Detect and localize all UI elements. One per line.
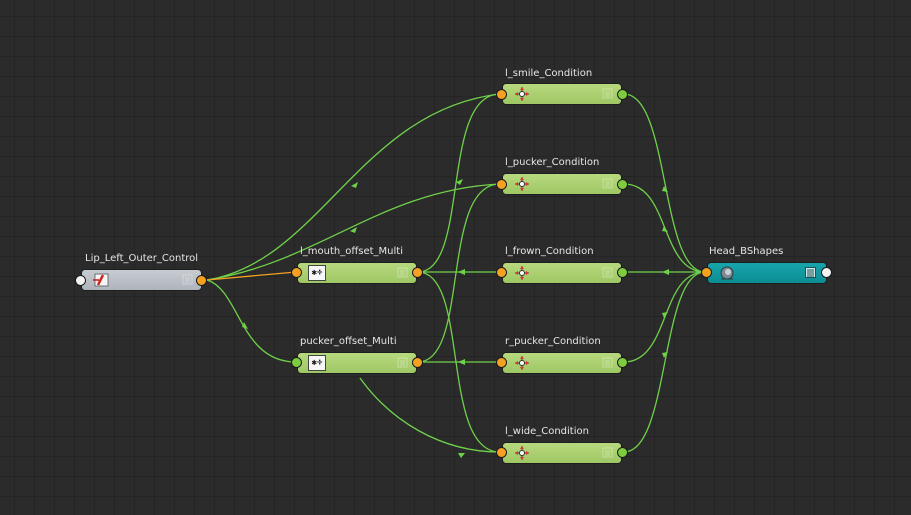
rpucker-condition-label: r_pucker_Condition xyxy=(505,336,601,347)
attribute-list-icon xyxy=(805,267,816,278)
pucker-multi-node[interactable]: ✱÷ xyxy=(297,352,417,374)
node-editor-canvas[interactable]: Lip_Left_Outer_Control l_mouth_offset_Mu… xyxy=(0,0,911,515)
head-bshapes-input-port[interactable] xyxy=(701,267,712,278)
condition-arrows-icon xyxy=(515,177,529,191)
node-menu-icon xyxy=(602,267,613,278)
condition-arrows-icon xyxy=(515,446,529,460)
wire-smile-to-head xyxy=(623,93,706,273)
pucker-multi-output-port[interactable] xyxy=(412,357,423,368)
smile-condition-input-port[interactable] xyxy=(496,89,507,100)
condition-arrows-icon xyxy=(515,87,529,101)
frown-condition-node[interactable] xyxy=(502,262,622,284)
blendshape-icon xyxy=(720,266,734,280)
pucker-multi-input-port[interactable] xyxy=(291,357,302,368)
node-menu-icon xyxy=(602,178,613,189)
lpucker-condition-output-port[interactable] xyxy=(617,179,628,190)
wire-wide-to-head xyxy=(623,271,706,453)
lip-control-node[interactable] xyxy=(81,269,202,291)
node-menu-icon xyxy=(602,357,613,368)
multiply-divide-icon: ✱÷ xyxy=(308,355,326,371)
wire-pucker-to-lpucker xyxy=(417,183,501,363)
plugin-icon xyxy=(93,273,109,287)
mouth-multi-label: l_mouth_offset_Multi xyxy=(300,246,403,257)
wire-lip-to-pucker-multi xyxy=(206,279,297,363)
lip-control-output-port[interactable] xyxy=(196,275,207,286)
node-menu-icon xyxy=(182,274,193,285)
smile-condition-output-port[interactable] xyxy=(617,89,628,100)
head-bshapes-output-port[interactable] xyxy=(821,267,832,278)
frown-condition-label: l_frown_Condition xyxy=(505,246,594,257)
node-menu-icon xyxy=(602,447,613,458)
head-bshapes-node[interactable] xyxy=(707,262,827,284)
wide-condition-node[interactable] xyxy=(502,442,622,464)
wire-lip-to-mouth-multi xyxy=(206,269,300,281)
mouth-multi-output-port[interactable] xyxy=(412,267,423,278)
mouth-multi-input-port[interactable] xyxy=(291,267,302,278)
wide-condition-output-port[interactable] xyxy=(617,447,628,458)
smile-condition-label: l_smile_Condition xyxy=(505,68,593,79)
smile-condition-node[interactable] xyxy=(502,83,622,105)
rpucker-condition-output-port[interactable] xyxy=(617,357,628,368)
multiply-divide-icon: ✱÷ xyxy=(308,265,326,281)
condition-arrows-icon xyxy=(515,356,529,370)
node-menu-icon xyxy=(397,357,408,368)
lpucker-condition-node[interactable] xyxy=(502,173,622,195)
rpucker-condition-node[interactable] xyxy=(502,352,622,374)
rpucker-condition-input-port[interactable] xyxy=(496,357,507,368)
condition-arrows-icon xyxy=(515,266,529,280)
wide-condition-input-port[interactable] xyxy=(496,447,507,458)
lpucker-condition-label: l_pucker_Condition xyxy=(505,157,600,168)
head-bshapes-label: Head_BShapes xyxy=(709,246,784,257)
frown-condition-input-port[interactable] xyxy=(496,267,507,278)
lip-control-label: Lip_Left_Outer_Control xyxy=(85,253,199,264)
mouth-multi-node[interactable]: ✱÷ xyxy=(297,262,417,284)
node-menu-icon xyxy=(397,267,408,278)
lip-control-input-port[interactable] xyxy=(75,275,86,286)
frown-condition-output-port[interactable] xyxy=(617,267,628,278)
node-menu-icon xyxy=(602,88,613,99)
pucker-multi-label: pucker_offset_Multi xyxy=(300,336,397,347)
wide-condition-label: l_wide_Condition xyxy=(505,426,589,437)
lpucker-condition-input-port[interactable] xyxy=(496,179,507,190)
